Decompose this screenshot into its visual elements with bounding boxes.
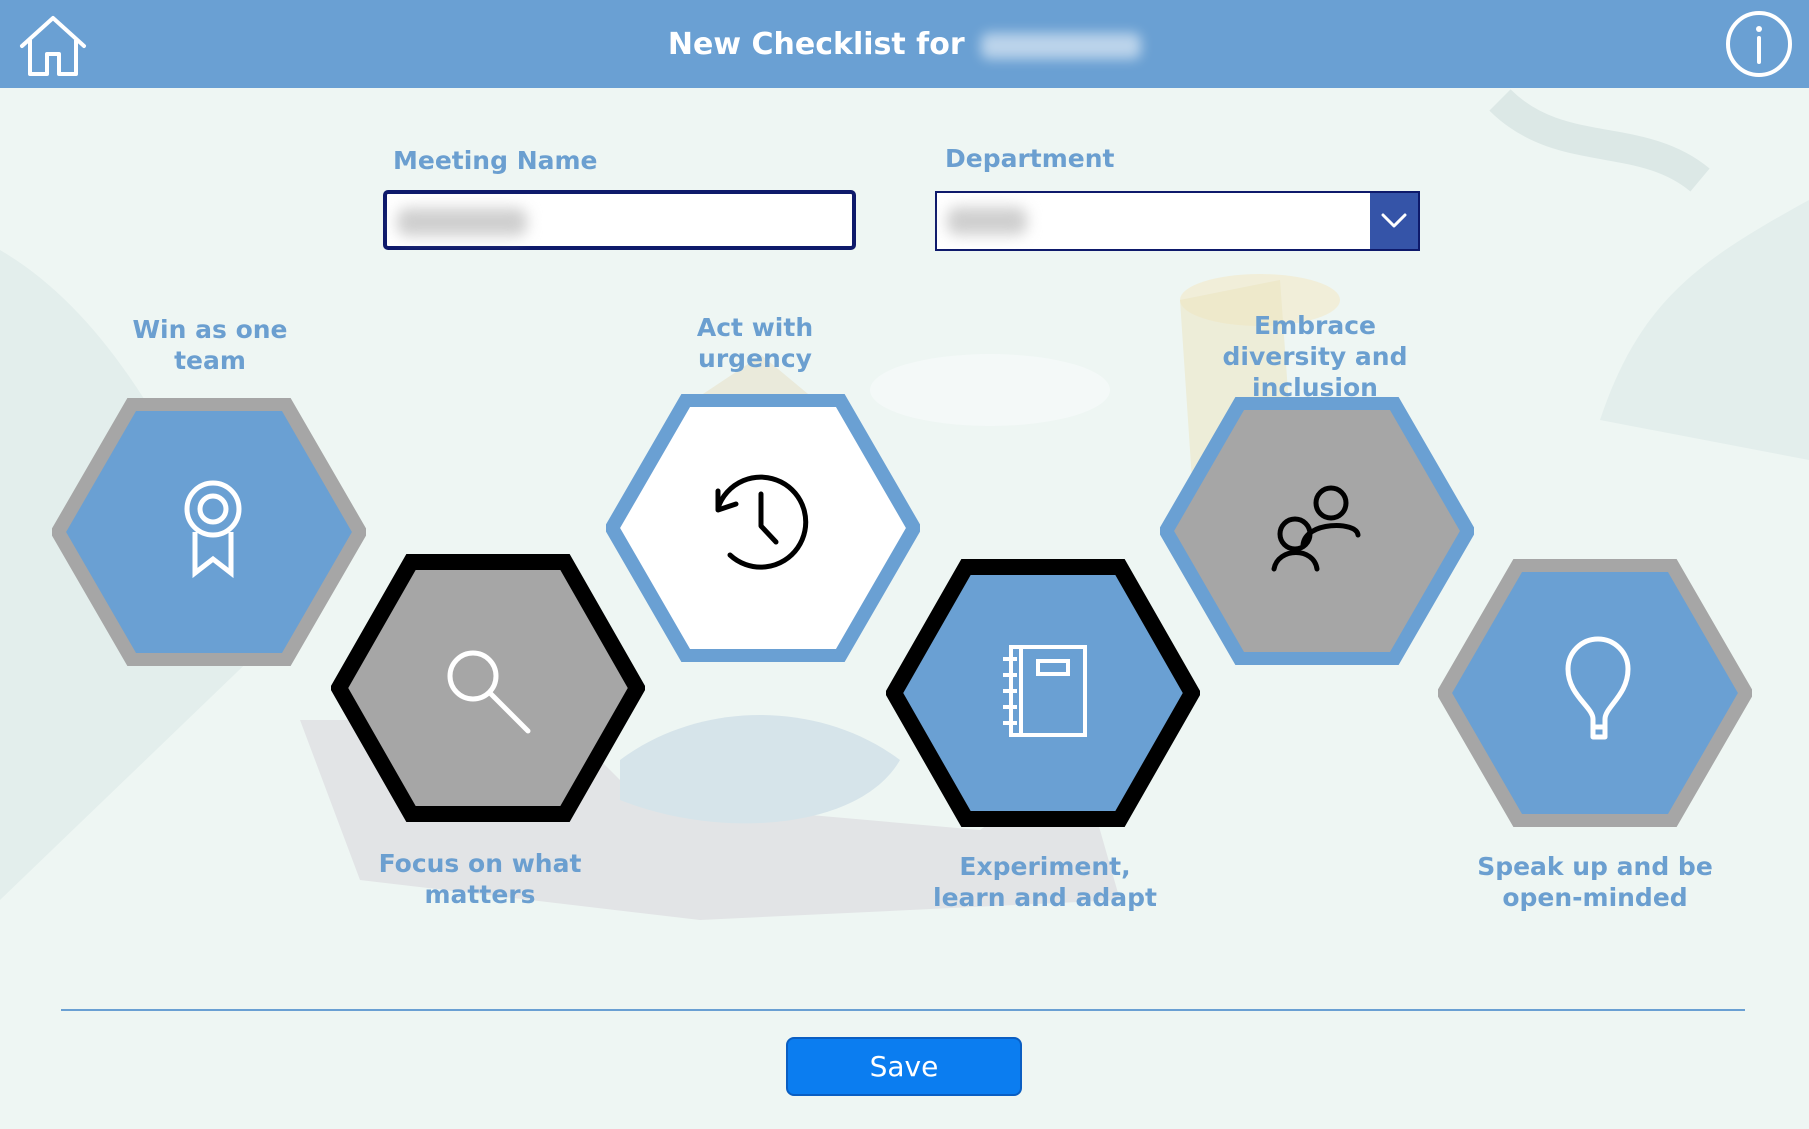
hex-label-speak-up: Speak up and be open-minded <box>1477 852 1713 912</box>
chevron-down-icon <box>1381 213 1407 228</box>
meeting-name-value <box>397 208 527 236</box>
hex-label-embrace-diversity: Embrace diversity and inclusion <box>1222 311 1408 402</box>
hex-focus-on-what-matters[interactable] <box>331 554 645 822</box>
hex-act-with-urgency[interactable] <box>606 394 920 662</box>
hex-label-act-with-urgency: Act with urgency <box>696 313 814 373</box>
hex-win-as-one-team[interactable] <box>52 398 366 666</box>
home-icon <box>20 16 86 76</box>
hex-embrace-diversity[interactable] <box>1160 397 1474 665</box>
department-label: Department <box>945 144 1115 173</box>
department-value <box>947 207 1027 235</box>
hex-label-focus-on-what-matters: Focus on what matters <box>378 849 582 909</box>
hex-label-win-as-one-team: Win as one team <box>132 315 288 375</box>
hex-experiment-learn-adapt[interactable] <box>886 559 1200 827</box>
divider <box>61 1009 1745 1011</box>
info-button[interactable] <box>1725 10 1793 78</box>
redacted-name <box>981 32 1142 59</box>
department-dropdown[interactable] <box>935 191 1420 251</box>
meeting-name-input[interactable] <box>383 190 856 250</box>
save-button[interactable]: Save <box>786 1037 1022 1096</box>
page-title: New Checklist for <box>0 0 1809 88</box>
home-button[interactable] <box>16 12 90 80</box>
hex-label-experiment-learn-adapt: Experiment, learn and adapt <box>933 852 1157 912</box>
page-title-text: New Checklist for <box>667 27 965 62</box>
hex-speak-up-open-minded[interactable] <box>1438 559 1752 827</box>
dropdown-arrow[interactable] <box>1370 193 1418 249</box>
meeting-name-label: Meeting Name <box>393 146 598 175</box>
info-icon <box>1726 11 1792 77</box>
